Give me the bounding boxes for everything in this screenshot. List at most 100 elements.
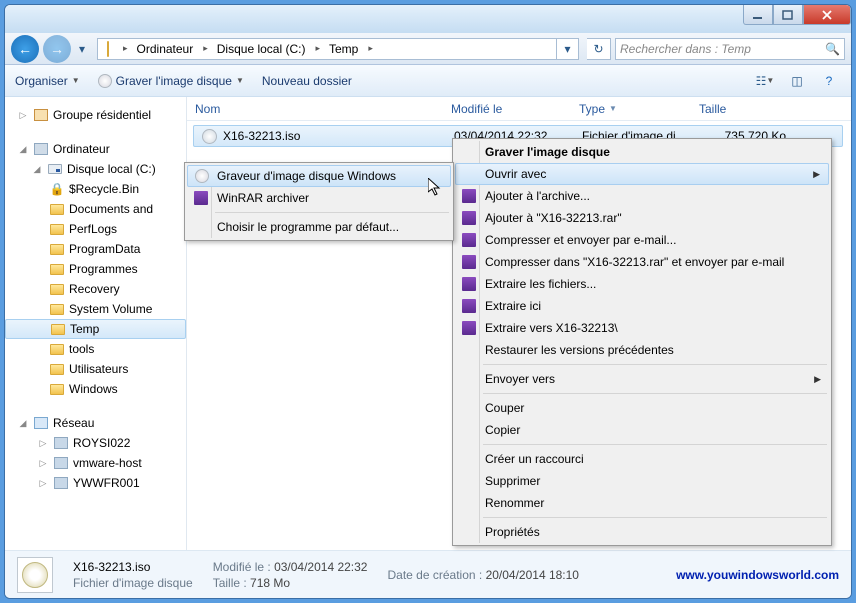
- expand-icon[interactable]: ▷: [37, 478, 49, 489]
- ctx-sub-choose[interactable]: Choisir le programme par défaut...: [187, 216, 451, 238]
- folder-icon: [50, 204, 64, 215]
- tree-folder[interactable]: 🔒$Recycle.Bin: [5, 179, 186, 199]
- tree-network-item[interactable]: ▷ROYSI022: [5, 433, 186, 453]
- breadcrumb-segment[interactable]: Temp: [325, 39, 363, 59]
- collapse-icon[interactable]: ◢: [17, 144, 29, 155]
- tree-folder[interactable]: Recovery: [5, 279, 186, 299]
- tree-folder[interactable]: Programmes: [5, 259, 186, 279]
- ctx-add-archive[interactable]: Ajouter à l'archive...: [455, 185, 829, 207]
- help-button[interactable]: ?: [817, 70, 841, 92]
- winrar-icon: [462, 277, 476, 291]
- chevron-right-icon[interactable]: ▸: [363, 43, 378, 54]
- organize-button[interactable]: Organiser▼: [15, 74, 80, 88]
- ctx-sub-winrar[interactable]: WinRAR archiver: [187, 187, 451, 209]
- ctx-sub-burner[interactable]: Graveur d'image disque Windows: [187, 165, 451, 187]
- column-size[interactable]: Taille: [691, 97, 791, 120]
- chevron-right-icon[interactable]: ▸: [118, 43, 133, 54]
- tree-folder[interactable]: ProgramData: [5, 239, 186, 259]
- chevron-right-icon: ▶: [813, 169, 820, 180]
- tree-network-item[interactable]: ▷YWWFR001: [5, 473, 186, 493]
- collapse-icon[interactable]: ◢: [31, 164, 43, 175]
- tree-folder[interactable]: PerfLogs: [5, 219, 186, 239]
- chevron-right-icon[interactable]: ▸: [198, 43, 213, 54]
- column-type[interactable]: Type▼: [571, 97, 691, 120]
- expand-icon[interactable]: ▷: [37, 458, 49, 469]
- chevron-right-icon[interactable]: ▸: [310, 43, 325, 54]
- forward-button[interactable]: →: [43, 35, 71, 63]
- disc-icon: [195, 169, 209, 183]
- ctx-rename[interactable]: Renommer: [455, 492, 829, 514]
- new-folder-button[interactable]: Nouveau dossier: [262, 74, 352, 88]
- back-button[interactable]: ←: [11, 35, 39, 63]
- ctx-shortcut[interactable]: Créer un raccourci: [455, 448, 829, 470]
- folder-icon: [50, 224, 64, 235]
- expand-icon[interactable]: ▷: [17, 110, 29, 121]
- folder-icon: [50, 244, 64, 255]
- breadcrumb[interactable]: ▸ Ordinateur ▸ Disque local (C:) ▸ Temp …: [97, 38, 579, 60]
- file-thumbnail: [17, 557, 53, 593]
- breadcrumb-segment[interactable]: Ordinateur: [133, 39, 199, 59]
- search-icon[interactable]: 🔍: [825, 42, 840, 56]
- folder-icon: [98, 42, 118, 56]
- ctx-burn[interactable]: Graver l'image disque: [455, 141, 829, 163]
- ctx-extract[interactable]: Extraire les fichiers...: [455, 273, 829, 295]
- winrar-icon: [462, 189, 476, 203]
- titlebar: [5, 5, 851, 33]
- breadcrumb-dropdown[interactable]: ▾: [556, 39, 578, 59]
- tree-homegroup[interactable]: ▷Groupe résidentiel: [5, 105, 186, 125]
- search-placeholder: Rechercher dans : Temp: [620, 42, 751, 56]
- drive-icon: [48, 164, 62, 174]
- disc-icon: [98, 74, 112, 88]
- expand-icon[interactable]: ▷: [37, 438, 49, 449]
- sidebar: ▷Groupe résidentiel ◢Ordinateur ◢Disque …: [5, 97, 187, 550]
- column-headers: Nom Modifié le Type▼ Taille: [187, 97, 851, 121]
- minimize-button[interactable]: [743, 5, 773, 25]
- ctx-copy[interactable]: Copier: [455, 419, 829, 441]
- ctx-extract-to[interactable]: Extraire vers X16-32213\: [455, 317, 829, 339]
- maximize-button[interactable]: [773, 5, 803, 25]
- column-name[interactable]: Nom: [187, 97, 443, 120]
- website-link[interactable]: www.youwindowsworld.com: [676, 568, 839, 582]
- tree-folder[interactable]: Windows: [5, 379, 186, 399]
- ctx-compress-rar-mail[interactable]: Compresser dans "X16-32213.rar" et envoy…: [455, 251, 829, 273]
- tree-folder[interactable]: System Volume: [5, 299, 186, 319]
- search-input[interactable]: Rechercher dans : Temp 🔍: [615, 38, 845, 60]
- statusbar: X16-32213.iso Fichier d'image disque Mod…: [5, 550, 851, 598]
- tree-folder[interactable]: Documents and: [5, 199, 186, 219]
- folder-icon: [50, 304, 64, 315]
- computer-icon: [34, 143, 48, 155]
- winrar-icon: [462, 321, 476, 335]
- ctx-extract-here[interactable]: Extraire ici: [455, 295, 829, 317]
- ctx-compress-mail[interactable]: Compresser et envoyer par e-mail...: [455, 229, 829, 251]
- winrar-icon: [462, 255, 476, 269]
- disc-icon: [22, 562, 48, 588]
- ctx-restore[interactable]: Restaurer les versions précédentes: [455, 339, 829, 361]
- toolbar: Organiser▼ Graver l'image disque▼ Nouvea…: [5, 65, 851, 97]
- folder-icon: [50, 264, 64, 275]
- folder-icon: [50, 284, 64, 295]
- ctx-cut[interactable]: Couper: [455, 397, 829, 419]
- ctx-open-with[interactable]: Ouvrir avec▶: [455, 163, 829, 185]
- column-modified[interactable]: Modifié le: [443, 97, 571, 120]
- context-menu: Graver l'image disque Ouvrir avec▶ Ajout…: [452, 138, 832, 546]
- tree-network-item[interactable]: ▷vmware-host: [5, 453, 186, 473]
- view-options-button[interactable]: ☷ ▼: [753, 70, 777, 92]
- tree-network[interactable]: ◢Réseau: [5, 413, 186, 433]
- ctx-properties[interactable]: Propriétés: [455, 521, 829, 543]
- ctx-send-to[interactable]: Envoyer vers▶: [455, 368, 829, 390]
- tree-drive[interactable]: ◢Disque local (C:): [5, 159, 186, 179]
- nav-history-dropdown[interactable]: ▾: [75, 42, 89, 56]
- ctx-add-rar[interactable]: Ajouter à "X16-32213.rar": [455, 207, 829, 229]
- breadcrumb-segment[interactable]: Disque local (C:): [213, 39, 311, 59]
- collapse-icon[interactable]: ◢: [17, 418, 29, 429]
- refresh-button[interactable]: ↻: [587, 38, 611, 60]
- preview-pane-button[interactable]: ◫: [785, 70, 809, 92]
- ctx-delete[interactable]: Supprimer: [455, 470, 829, 492]
- burn-button[interactable]: Graver l'image disque▼: [98, 74, 244, 88]
- tree-folder[interactable]: tools: [5, 339, 186, 359]
- tree-folder-selected[interactable]: Temp: [5, 319, 186, 339]
- tree-folder[interactable]: Utilisateurs: [5, 359, 186, 379]
- close-button[interactable]: [803, 5, 851, 25]
- computer-icon: [54, 437, 68, 449]
- tree-computer[interactable]: ◢Ordinateur: [5, 139, 186, 159]
